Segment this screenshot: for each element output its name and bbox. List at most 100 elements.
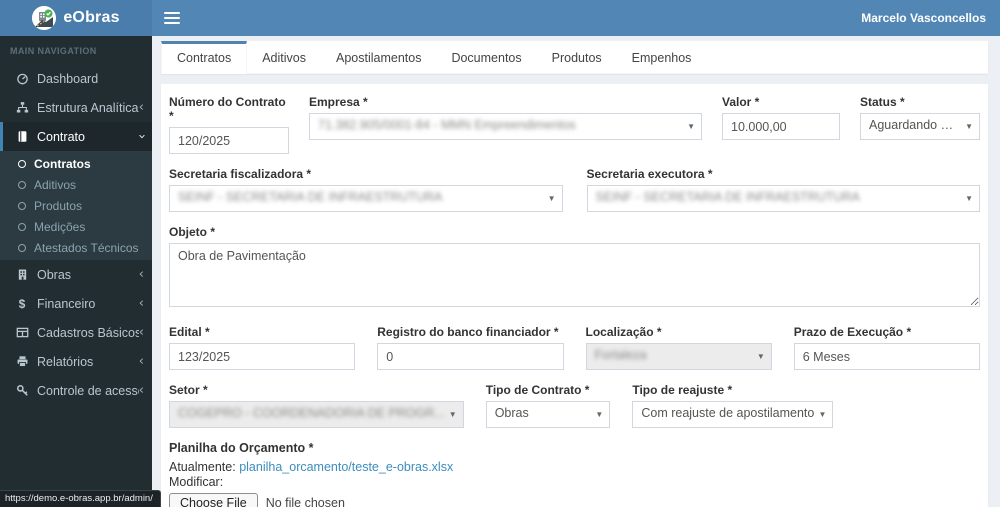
atualmente-label: Atualmente: — [169, 460, 236, 474]
contract-form: Número do Contrato * Empresa * 71.382.90… — [161, 84, 988, 507]
sidebar-subitem-label: Contratos — [34, 156, 91, 171]
setor-label: Setor * — [169, 383, 208, 397]
localizacao-select[interactable]: Fortaleza ▼ — [585, 343, 772, 370]
secretaria-fiscalizadora-select[interactable]: SEINF - SECRETARIA DE INFRAESTRUTURA ▼ — [169, 185, 563, 212]
sidebar-item-label: Dashboard — [37, 71, 99, 86]
prazo-execucao-input[interactable] — [793, 343, 980, 370]
dashboard-icon — [15, 72, 29, 86]
empresa-select[interactable]: 71.382.905/0001-84 - MMN Empreendimentos… — [309, 113, 702, 140]
sidebar-item-obras[interactable]: Obras ‹ — [0, 260, 152, 289]
form-row-2: Secretaria fiscalizadora * SEINF - SECRE… — [169, 167, 980, 212]
circle-icon — [18, 201, 26, 210]
navbar: Marcelo Vasconcellos — [152, 0, 1000, 36]
sidebar-item-label: Obras — [37, 267, 72, 282]
sidebar-subitem-label: Produtos — [34, 198, 83, 213]
form-row-1: Número do Contrato * Empresa * 71.382.90… — [169, 95, 980, 154]
circle-icon — [18, 243, 26, 252]
status-label: Status * — [860, 95, 905, 109]
sidebar-item-estrutura-analitica[interactable]: Estrutura Analítica ‹ — [0, 93, 152, 122]
caret-down-icon: ▼ — [687, 122, 695, 131]
valor-input[interactable] — [722, 113, 840, 140]
caret-down-icon: ▼ — [547, 194, 556, 203]
tipo-reajuste-select[interactable]: Com reajuste de apostilamento ▼ — [632, 401, 834, 428]
secretaria-executora-label: Secretaria executora * — [586, 167, 713, 181]
building-icon — [15, 268, 29, 282]
sidebar-item-cadastros-basicos[interactable]: Cadastros Básicos ‹ — [0, 318, 152, 347]
secretaria-fiscalizadora-label: Secretaria fiscalizadora * — [169, 167, 312, 181]
objeto-textarea[interactable]: Obra de Pavimentação — [169, 243, 980, 307]
planilha-label: Planilha do Orçamento * — [169, 441, 314, 455]
caret-down-icon: ▼ — [448, 410, 457, 419]
caret-down-icon: ▼ — [756, 352, 765, 361]
form-row-objeto: Objeto * Obra de Pavimentação — [169, 225, 980, 312]
tab-apostilamentos[interactable]: Apostilamentos — [321, 41, 436, 73]
sidebar-item-relatorios[interactable]: Relatórios ‹ — [0, 347, 152, 376]
topbar: eObras Marcelo Vasconcellos — [0, 0, 1000, 36]
chevron-left-icon: ‹ — [138, 325, 144, 340]
tab-produtos[interactable]: Produtos — [537, 41, 617, 73]
tab-bar: Contratos Aditivos Apostilamentos Docume… — [161, 41, 988, 74]
sidebar-subitem-produtos[interactable]: Produtos — [0, 195, 152, 216]
localizacao-label: Localização * — [585, 325, 662, 339]
sidebar-item-controle-de-acesso[interactable]: Controle de acesso ‹ — [0, 376, 152, 405]
sidebar-item-contrato[interactable]: Contrato › — [0, 122, 152, 151]
setor-select[interactable]: COGEPRO - COORDENADORIA DE PROGR... ▼ — [169, 401, 464, 428]
caret-down-icon: ▼ — [965, 122, 973, 131]
registro-banco-input[interactable] — [377, 343, 564, 370]
chevron-left-icon: ‹ — [138, 383, 144, 398]
tab-contratos[interactable]: Contratos — [161, 41, 248, 74]
sidebar-toggle-icon[interactable] — [164, 9, 180, 27]
caret-down-icon: ▼ — [818, 410, 827, 419]
chevron-left-icon: ‹ — [138, 354, 144, 369]
numero-contrato-input[interactable] — [169, 127, 289, 154]
brand-name: eObras — [63, 9, 120, 26]
secretaria-executora-select[interactable]: SEINF - SECRETARIA DE INFRAESTRUTURA ▼ — [586, 185, 980, 212]
tab-documentos[interactable]: Documentos — [436, 41, 536, 73]
sidebar-subitem-contratos[interactable]: Contratos — [0, 153, 152, 174]
choose-file-button[interactable]: Choose File — [169, 493, 258, 507]
tab-empenhos[interactable]: Empenhos — [617, 41, 707, 73]
planilha-file-link[interactable]: planilha_orcamento/teste_e-obras.xlsx — [239, 460, 453, 474]
link-preview-statusbar: https://demo.e-obras.app.br/admin/ — [0, 490, 161, 507]
chevron-left-icon: ‹ — [138, 296, 144, 311]
form-row-4: Edital * Registro do banco financiador *… — [169, 325, 980, 370]
sidebar-subitem-label: Medições — [34, 219, 86, 234]
tipo-reajuste-label: Tipo de reajuste * — [632, 383, 733, 397]
tab-aditivos[interactable]: Aditivos — [247, 41, 321, 73]
circle-icon — [18, 180, 26, 189]
valor-label: Valor * — [722, 95, 760, 109]
sidebar-subitem-aditivos[interactable]: Aditivos — [0, 174, 152, 195]
sidebar-item-dashboard[interactable]: Dashboard — [0, 64, 152, 93]
main-content: Contratos Home › Core › Contratos › 120/… — [152, 0, 1000, 507]
sidebar-item-label: Relatórios — [37, 354, 94, 369]
printer-icon — [15, 355, 29, 369]
numero-contrato-label: Número do Contrato * — [169, 95, 286, 123]
sidebar-section-label: MAIN NAVIGATION — [10, 46, 97, 56]
sidebar-item-financeiro[interactable]: $ Financeiro ‹ — [0, 289, 152, 318]
no-file-chosen-text: No file chosen — [265, 496, 345, 507]
sidebar-item-label: Financeiro — [37, 296, 96, 311]
book-icon — [15, 130, 29, 144]
sitemap-icon — [15, 101, 29, 115]
table-icon — [15, 326, 29, 340]
empresa-label: Empresa * — [309, 95, 368, 109]
edital-label: Edital * — [169, 325, 210, 339]
chevron-down-icon: › — [133, 133, 149, 140]
tipo-contrato-label: Tipo de Contrato * — [485, 383, 590, 397]
sidebar-item-label: Cadastros Básicos — [37, 325, 139, 340]
sidebar-subitem-atestados-tecnicos[interactable]: Atestados Técnicos — [0, 237, 152, 258]
sidebar-item-label: Contrato — [37, 129, 85, 144]
sidebar-subitem-medicoes[interactable]: Medições — [0, 216, 152, 237]
sidebar-item-label: Estrutura Analítica — [37, 100, 139, 115]
form-row-5: Setor * COGEPRO - COORDENADORIA DE PROGR… — [169, 383, 980, 428]
key-icon — [15, 384, 29, 398]
caret-down-icon: ▼ — [965, 194, 973, 203]
status-select[interactable]: Aguardando Ordem d... ▼ — [860, 113, 980, 140]
user-menu[interactable]: Marcelo Vasconcellos — [861, 11, 986, 25]
edital-input[interactable] — [169, 343, 356, 370]
app-logo[interactable]: eObras — [0, 0, 152, 36]
chevron-left-icon: ‹ — [138, 100, 144, 115]
tipo-contrato-select[interactable]: Obras ▼ — [485, 401, 611, 428]
chevron-left-icon: ‹ — [138, 267, 144, 282]
